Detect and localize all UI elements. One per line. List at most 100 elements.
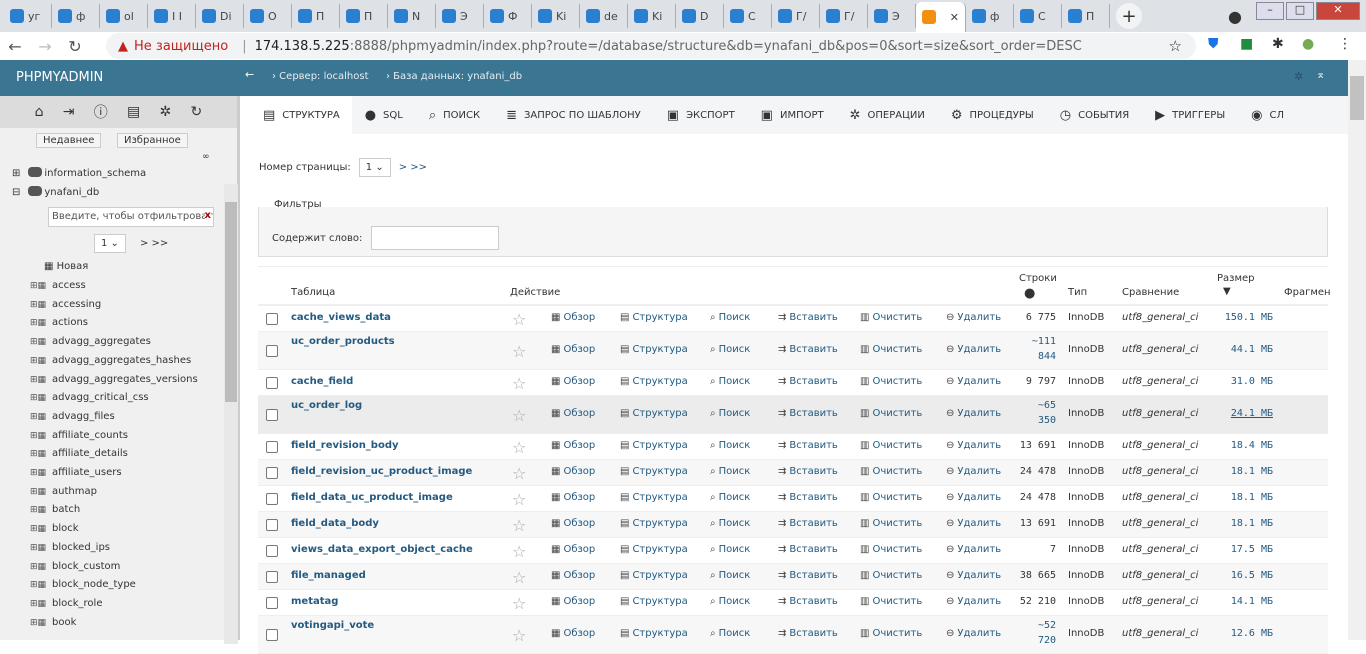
sidebar-table-item[interactable]: ⊞▦ affiliate_counts (30, 430, 128, 441)
filter-word-input[interactable] (371, 226, 499, 250)
browser-tab[interactable]: П (1062, 4, 1110, 28)
sidebar-table-item[interactable]: ⊞▦ affiliate_details (30, 448, 128, 459)
drop-action[interactable]: ⊖ Удалить (946, 344, 1001, 355)
favorite-star-icon[interactable]: ☆ (512, 342, 526, 361)
scroll-thumb[interactable] (225, 202, 237, 402)
forward-icon[interactable]: → (30, 37, 60, 56)
browse-action[interactable]: ▦ Обзор (551, 440, 595, 451)
settings-icon[interactable]: ✲ (1294, 70, 1303, 83)
table-size-link[interactable]: 44.1 МБ (1231, 344, 1273, 355)
row-checkbox[interactable] (266, 345, 278, 357)
docs-icon[interactable]: ▤ (127, 104, 140, 120)
empty-action[interactable]: ▥ Очистить (860, 440, 922, 451)
search-action[interactable]: ⌕ Поиск (710, 570, 750, 581)
sidebar-table-item[interactable]: ⊞▦ advagg_aggregates (30, 336, 151, 347)
tab-1[interactable]: ▤ СТРУКТУРА (243, 96, 352, 134)
table-size-link[interactable]: 18.4 МБ (1231, 440, 1273, 451)
sidebar-next-link[interactable]: > >> (140, 238, 168, 249)
breadcrumb-server[interactable]: › Сервер: localhost (272, 71, 369, 82)
row-checkbox[interactable] (266, 467, 278, 479)
browser-tab[interactable]: ✕ (916, 2, 966, 32)
browse-action[interactable]: ▦ Обзор (551, 492, 595, 503)
sidebar-table-item[interactable]: ⊞▦ authmap (30, 486, 97, 497)
tab-10[interactable]: ▶ ТРИГГЕРЫ (1142, 96, 1238, 134)
empty-action[interactable]: ▥ Очистить (860, 596, 922, 607)
search-action[interactable]: ⌕ Поиск (710, 628, 750, 639)
header-overhead[interactable]: Фрагмен (1284, 287, 1331, 298)
insert-action[interactable]: ⇉ Вставить (778, 312, 838, 323)
browse-action[interactable]: ▦ Обзор (551, 570, 595, 581)
sidebar-table-item[interactable]: ⊞▦ batch (30, 504, 80, 515)
browser-tab[interactable]: ф (52, 4, 100, 28)
puzzle-icon[interactable]: ✱ (1272, 36, 1284, 52)
url-input[interactable]: ▲ Не защищено | 174.138.5.225:8888/phpmy… (106, 33, 1196, 59)
search-action[interactable]: ⌕ Поиск (710, 344, 750, 355)
empty-action[interactable]: ▥ Очистить (860, 518, 922, 529)
table-size-link[interactable]: 14.1 МБ (1231, 596, 1273, 607)
insert-action[interactable]: ⇉ Вставить (778, 492, 838, 503)
drop-action[interactable]: ⊖ Удалить (946, 408, 1001, 419)
favorite-star-icon[interactable]: ☆ (512, 490, 526, 509)
table-size-link[interactable]: 18.1 МБ (1231, 518, 1273, 529)
close-window-button[interactable]: ✕ (1316, 2, 1360, 20)
browser-tab[interactable]: Ki (628, 4, 676, 28)
expand-icon[interactable]: ⊞ (12, 168, 20, 179)
scroll-thumb[interactable] (1350, 76, 1364, 120)
empty-action[interactable]: ▥ Очистить (860, 312, 922, 323)
search-action[interactable]: ⌕ Поиск (710, 312, 750, 323)
browse-action[interactable]: ▦ Обзор (551, 518, 595, 529)
tab-3[interactable]: ⌕ ПОИСК (416, 96, 493, 134)
favorite-star-icon[interactable]: ☆ (512, 594, 526, 613)
insert-action[interactable]: ⇉ Вставить (778, 344, 838, 355)
info-icon[interactable]: ● (1024, 286, 1035, 301)
sidebar-table-item[interactable]: ⊞▦ block_role (30, 598, 102, 609)
collapse-arrow-icon[interactable]: ← (245, 68, 254, 81)
insert-action[interactable]: ⇉ Вставить (778, 518, 838, 529)
drop-action[interactable]: ⊖ Удалить (946, 544, 1001, 555)
structure-action[interactable]: ▤ Структура (620, 492, 688, 503)
menu-icon[interactable]: ⋮ (1338, 36, 1352, 52)
browser-tab[interactable]: Г/ (820, 4, 868, 28)
row-checkbox[interactable] (266, 629, 278, 641)
search-action[interactable]: ⌕ Поиск (710, 596, 750, 607)
green-extension-icon[interactable]: ■ (1240, 36, 1253, 52)
breadcrumb-db[interactable]: › База данных: ynafani_db (386, 71, 522, 82)
browse-action[interactable]: ▦ Обзор (551, 376, 595, 387)
drop-action[interactable]: ⊖ Удалить (946, 376, 1001, 387)
empty-action[interactable]: ▥ Очистить (860, 344, 922, 355)
structure-action[interactable]: ▤ Структура (620, 408, 688, 419)
logout-icon[interactable]: ⇥ (63, 104, 75, 120)
browse-action[interactable]: ▦ Обзор (551, 628, 595, 639)
insert-action[interactable]: ⇉ Вставить (778, 408, 838, 419)
drop-action[interactable]: ⊖ Удалить (946, 492, 1001, 503)
logo[interactable]: PHPMYADMIN (16, 70, 103, 85)
search-action[interactable]: ⌕ Поиск (710, 376, 750, 387)
table-name-link[interactable]: uc_order_log (291, 400, 362, 411)
table-name-link[interactable]: field_data_uc_product_image (291, 492, 453, 503)
search-action[interactable]: ⌕ Поиск (710, 440, 750, 451)
tab-8[interactable]: ⚙ ПРОЦЕДУРЫ (938, 96, 1047, 134)
profile-icon[interactable]: ● (1228, 7, 1242, 26)
sidebar-table-item[interactable]: ⊞▦ book (30, 617, 76, 628)
header-size[interactable]: Размер (1217, 273, 1255, 284)
tab-2[interactable]: ● SQL (352, 96, 416, 134)
search-action[interactable]: ⌕ Поиск (710, 408, 750, 419)
tab-7[interactable]: ✲ ОПЕРАЦИИ (837, 96, 938, 134)
table-size-link[interactable]: 18.1 МБ (1231, 492, 1273, 503)
empty-action[interactable]: ▥ Очистить (860, 408, 922, 419)
sidebar-page-select[interactable]: 1 ⌄ (94, 234, 126, 253)
browser-tab[interactable]: Ki (532, 4, 580, 28)
browser-tab[interactable]: Э (436, 4, 484, 28)
header-collation[interactable]: Сравнение (1122, 287, 1179, 298)
drop-action[interactable]: ⊖ Удалить (946, 440, 1001, 451)
empty-action[interactable]: ▥ Очистить (860, 628, 922, 639)
clear-icon[interactable]: x (204, 210, 211, 221)
favorite-star-icon[interactable]: ☆ (512, 516, 526, 535)
info-icon[interactable]: ⓘ (94, 102, 108, 122)
structure-action[interactable]: ▤ Структура (620, 544, 688, 555)
empty-action[interactable]: ▥ Очистить (860, 544, 922, 555)
search-action[interactable]: ⌕ Поиск (710, 492, 750, 503)
row-checkbox[interactable] (266, 493, 278, 505)
reload-icon[interactable]: ↻ (191, 104, 203, 120)
browse-action[interactable]: ▦ Обзор (551, 312, 595, 323)
